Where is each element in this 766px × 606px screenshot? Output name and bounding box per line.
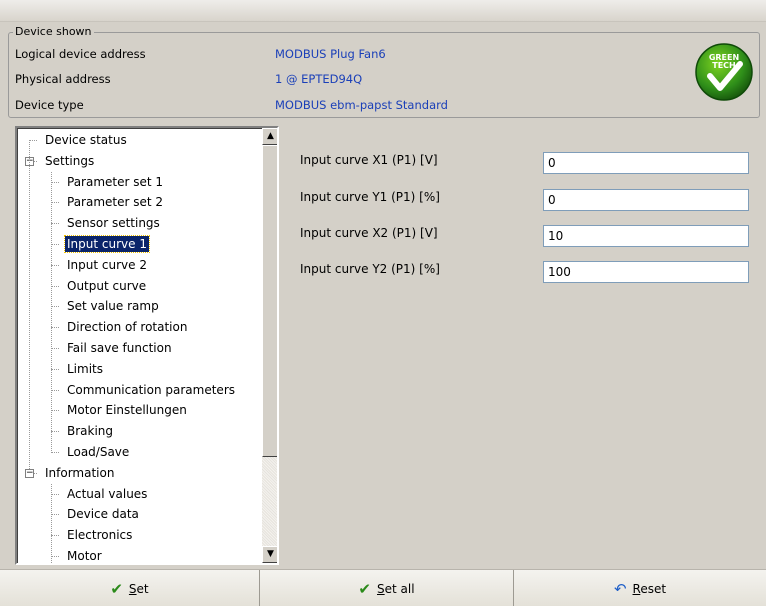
tree-item[interactable]: Input curve 1: [64, 234, 150, 254]
tree-connector: [51, 285, 59, 287]
tree-connector: [51, 306, 59, 308]
tree-item-label: Actual values: [67, 486, 148, 501]
tree-connector: [29, 140, 37, 141]
tree-item[interactable]: Information: [43, 463, 116, 483]
tree-item-label: Information: [45, 465, 115, 480]
tree-connector: [51, 348, 59, 349]
tree-item-label: Electronics: [67, 528, 133, 543]
tree-item[interactable]: Sensor settings: [65, 213, 162, 233]
set-button-label: Set: [128, 581, 149, 596]
field-label-y1: Input curve Y1 (P1) [%]: [300, 190, 440, 204]
tree-item[interactable]: Device data: [65, 504, 141, 524]
tree-item[interactable]: Braking: [65, 421, 115, 441]
info-value: MODBUS Plug Fan6: [275, 47, 386, 61]
tree-item[interactable]: Direction of rotation: [65, 317, 189, 337]
field-label-x1: Input curve X1 (P1) [V]: [300, 153, 438, 167]
tree-item[interactable]: Limits: [65, 359, 105, 379]
tree-item[interactable]: Motor Einstellungen: [65, 400, 189, 420]
info-value: 1 @ EPTED94Q: [275, 72, 363, 86]
tree-connector: [51, 389, 59, 391]
scroll-up-icon[interactable]: ▲: [262, 128, 277, 145]
tree-item-label: Motor: [67, 549, 102, 563]
tree-item-label: Fail save function: [67, 341, 172, 355]
info-value: MODBUS ebm-papst Standard: [275, 98, 448, 112]
tree-connector: [51, 483, 52, 563]
scroll-down-icon[interactable]: ▼: [262, 546, 277, 563]
input-curve-y1-field[interactable]: [543, 189, 749, 211]
tree-connector: [51, 514, 59, 516]
tree-item-label: Device data: [67, 507, 139, 522]
tree-item-label: Braking: [67, 424, 114, 439]
set-all-button-label: Set all: [377, 581, 415, 596]
tree-item[interactable]: Motor: [65, 546, 104, 563]
tree-item[interactable]: Set value ramp: [65, 296, 161, 316]
tree-item-label: Output curve: [67, 278, 147, 293]
tree-connector: [51, 452, 59, 453]
tree-item-label: Limits: [67, 361, 103, 376]
tree-connector: [51, 244, 59, 245]
tree-item[interactable]: Parameter set 1: [65, 172, 165, 192]
tree-item[interactable]: Actual values: [65, 484, 149, 504]
green-tech-badge: GREEN TECH: [695, 43, 753, 101]
tree-item[interactable]: Electronics: [65, 525, 134, 545]
tree-scrollbar[interactable]: ▲ ▼: [262, 128, 277, 563]
info-key: Physical address: [15, 72, 111, 86]
tree-item[interactable]: Device status: [43, 130, 129, 150]
set-button[interactable]: ✔ Set: [0, 570, 260, 606]
bottom-button-bar: ✔ Set ✔ Set all ↶ Reset: [0, 569, 766, 606]
tree-item-label: Parameter set 2: [67, 195, 164, 210]
reset-button[interactable]: ↶ Reset: [514, 570, 766, 606]
navigation-tree[interactable]: Device status Settings − Parameter set 1 Par…: [15, 126, 279, 565]
set-all-button[interactable]: ✔ Set all: [260, 570, 514, 606]
reset-button-label: Reset: [632, 581, 667, 596]
tree-item-label: Motor Einstellungen: [67, 403, 187, 418]
tree-item-label: Input curve 2: [67, 257, 147, 272]
top-toolbar: [0, 0, 766, 22]
checkmark-icon: ✔: [358, 579, 371, 598]
reset-arrow-icon: ↶: [613, 579, 627, 598]
tree-item[interactable]: Settings: [43, 151, 96, 171]
tree-item-label: Device status: [45, 133, 127, 147]
input-curve-x2-field[interactable]: [543, 225, 749, 247]
tree-connector: [51, 493, 59, 495]
tree-connector: [51, 368, 59, 370]
info-key: Device type: [15, 98, 84, 112]
tree-connector: [51, 171, 52, 453]
checkmark-icon: ✔: [110, 579, 123, 598]
tree-item[interactable]: Output curve: [65, 276, 148, 296]
input-curve-y2-field[interactable]: [543, 261, 749, 283]
tree-item[interactable]: Communication parameters: [65, 380, 237, 400]
tree-connector: [51, 431, 59, 433]
input-curve-x1-field[interactable]: [543, 152, 749, 174]
tree-connector: [51, 556, 59, 557]
tree-item-label: Settings: [45, 153, 95, 168]
tree-item-label: Input curve 1: [64, 235, 150, 253]
tree-connector: [51, 264, 59, 266]
tree-item-label: Communication parameters: [67, 382, 235, 397]
tree-connector: [51, 327, 59, 329]
field-label-x2: Input curve X2 (P1) [V]: [300, 226, 438, 240]
tree-connector: [29, 140, 30, 469]
tree-item-label: Direction of rotation: [67, 320, 188, 335]
tree-connector: [51, 410, 59, 412]
tree-item-label: Load/Save: [67, 445, 130, 459]
tree-item[interactable]: Load/Save: [65, 442, 131, 462]
tree-item[interactable]: Parameter set 2: [65, 192, 165, 212]
info-key: Logical device address: [15, 47, 146, 61]
tree-connector: [51, 202, 59, 204]
tree-connector: [51, 223, 59, 225]
field-label-y2: Input curve Y2 (P1) [%]: [300, 262, 440, 276]
tree-item-label: Parameter set 1: [67, 174, 164, 189]
scrollbar-thumb[interactable]: [262, 145, 277, 457]
tree-item[interactable]: Fail save function: [65, 338, 174, 358]
collapse-icon[interactable]: −: [25, 468, 34, 478]
tree-item-label: Set value ramp: [67, 299, 159, 314]
group-legend: Device shown: [13, 25, 94, 38]
tree-item-label: Sensor settings: [67, 216, 160, 231]
tree-connector: [51, 181, 59, 183]
tree-connector: [51, 535, 59, 537]
tree-content: Device status Settings − Parameter set 1 Par…: [17, 128, 261, 563]
tree-item[interactable]: Input curve 2: [65, 255, 149, 275]
